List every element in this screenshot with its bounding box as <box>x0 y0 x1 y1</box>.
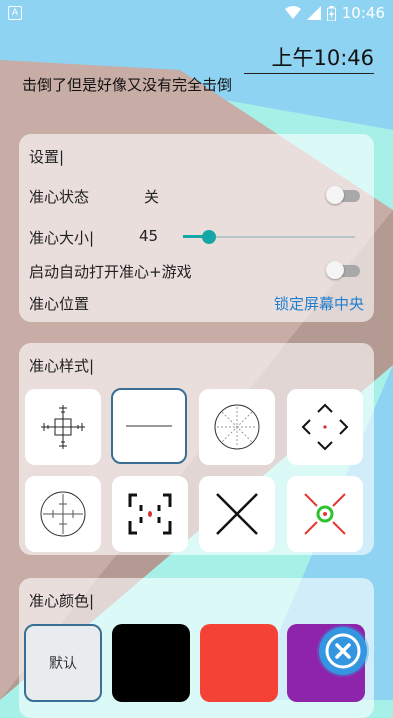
message-text: 击倒了但是好像又没有完全击倒 <box>22 76 233 94</box>
crosshair-size-value: 45 <box>139 227 159 245</box>
crosshair-size-label: 准心大小| <box>29 229 95 247</box>
crosshair-green-dot-icon <box>304 493 346 535</box>
style-title: 准心样式| <box>29 357 95 375</box>
crosshair-scope-icon <box>40 491 86 537</box>
crosshair-circle-grid-icon <box>214 404 260 450</box>
crosshair-line-icon <box>126 425 172 427</box>
slider-knob[interactable] <box>201 230 216 244</box>
close-icon <box>325 633 361 669</box>
style-tile-circle-grid[interactable] <box>199 389 275 465</box>
color-title: 准心颜色| <box>29 592 95 610</box>
cellular-signal-icon <box>306 6 321 20</box>
color-swatch-default-label: 默认 <box>49 656 77 672</box>
style-tile-x[interactable] <box>199 476 275 552</box>
close-fab-button[interactable] <box>319 627 367 675</box>
crosshair-x-icon <box>216 493 258 535</box>
battery-icon <box>326 5 336 21</box>
crosshair-state-label: 准心状态 <box>29 188 90 206</box>
color-swatch-default[interactable]: 默认 <box>24 624 102 702</box>
crosshair-diamond-icon <box>301 403 349 451</box>
color-swatch-black[interactable] <box>112 624 190 702</box>
style-tile-ticks[interactable] <box>25 389 101 465</box>
overlay-clock: 上午10:46 <box>244 42 374 74</box>
crosshair-size-slider[interactable] <box>183 227 355 247</box>
status-time: 10:46 <box>341 4 385 22</box>
style-tile-line[interactable] <box>111 388 187 464</box>
wifi-icon <box>284 6 301 19</box>
crosshair-state-toggle[interactable] <box>326 186 362 204</box>
settings-title: 设置| <box>29 148 65 166</box>
crosshair-state-value: 关 <box>144 188 160 206</box>
lock-center-link[interactable]: 锁定屏幕中央 <box>274 293 364 314</box>
crosshair-position-label: 准心位置 <box>29 295 90 313</box>
style-tile-diamond[interactable] <box>287 389 363 465</box>
style-tile-green-dot[interactable] <box>287 476 363 552</box>
crosshair-ticks-icon <box>41 405 85 449</box>
status-bar: A 10:46 <box>0 0 393 28</box>
autostart-label: 启动自动打开准心+游戏 <box>29 263 192 281</box>
autostart-toggle[interactable] <box>326 261 362 279</box>
color-swatch-red[interactable] <box>200 624 278 702</box>
crosshair-style-card: 准心样式| <box>19 343 374 555</box>
settings-card: 设置| 准心状态 关 准心大小| 45 启动自动打开准心+游戏 准心位置 锁定屏… <box>19 134 374 322</box>
crosshair-brackets-icon <box>128 493 172 535</box>
app-notification-icon: A <box>8 6 22 20</box>
style-tile-brackets[interactable] <box>112 476 188 552</box>
style-tile-scope[interactable] <box>25 476 101 552</box>
